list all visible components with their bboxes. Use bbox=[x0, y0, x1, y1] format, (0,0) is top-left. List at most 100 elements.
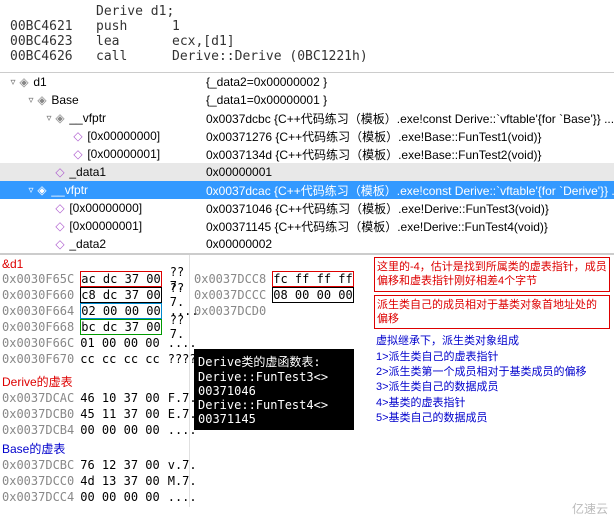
memory-row: 0x0037DCB400 00 00 00.... bbox=[2, 422, 187, 438]
node-value: 0x0037dcbc {C++代码练习（模板）.exe!const Derive… bbox=[206, 110, 614, 127]
tree-row[interactable]: ▿◈ __vfptr0x0037dcbc {C++代码练习（模板）.exe!co… bbox=[0, 109, 614, 127]
node-name: [0x00000000] bbox=[87, 129, 160, 143]
mem-bytes: 01 00 00 00 bbox=[80, 336, 159, 350]
mem-bytes: 00 00 00 00 bbox=[80, 423, 159, 437]
code-decl: Derive d1; bbox=[96, 4, 174, 19]
mem-bytes: fc ff ff ff bbox=[272, 271, 353, 287]
tree-row[interactable]: ◇ _data10x00000001 bbox=[0, 163, 614, 181]
node-icon: ◈ bbox=[36, 184, 48, 196]
console-output: Derive类的虚函数表: Derive::FunTest3<>00371046… bbox=[194, 349, 354, 430]
mem-addr: 0x0037DCBC bbox=[2, 458, 80, 472]
memory-row: 0x0030F66C01 00 00 00.... bbox=[2, 335, 187, 351]
watermark: 亿速云 bbox=[572, 500, 608, 517]
label-base-vtable: Base的虚表 bbox=[2, 440, 187, 457]
console-line: 00371145 bbox=[198, 412, 350, 426]
memory-row: 0x0037DCD0 bbox=[194, 303, 366, 319]
node-name: [0x00000001] bbox=[69, 219, 142, 233]
node-name: _data2 bbox=[69, 237, 106, 251]
mem-bytes: 45 11 37 00 bbox=[80, 407, 159, 421]
node-name: Base bbox=[51, 93, 78, 107]
annot-line: 4>基类的虚表指针 bbox=[376, 396, 608, 411]
console-line: Derive::FunTest3<> bbox=[198, 370, 350, 384]
tree-row[interactable]: ▿◈ Base {_data1=0x00000001 } bbox=[0, 91, 614, 109]
mem-bytes: 4d 13 37 00 bbox=[80, 474, 159, 488]
memory-row: 0x0037DCC04d 13 37 00M.7. bbox=[2, 473, 187, 489]
node-value: 0x00371145 {C++代码练习（模板）.exe!Derive::FunT… bbox=[206, 218, 614, 235]
mem-bytes: bc dc 37 00 bbox=[80, 319, 161, 335]
node-name: d1 bbox=[33, 75, 46, 89]
mem-addr: 0x0030F668 bbox=[2, 320, 80, 334]
tree-row[interactable]: ◇ [0x00000001]0x0037134d {C++代码练习（模板）.ex… bbox=[0, 145, 614, 163]
operand: ecx,[d1] bbox=[172, 34, 604, 49]
operand: 1 bbox=[172, 19, 604, 34]
memory-row: 0x0037DCC8fc ff ff ff bbox=[194, 271, 366, 287]
node-value: {_data2=0x00000002 } bbox=[206, 75, 614, 89]
node-value: 0x00000002 bbox=[206, 237, 614, 251]
memory-row: 0x0030F660c8 dc 37 00??7. bbox=[2, 287, 187, 303]
console-line: Derive::FunTest4<> bbox=[198, 398, 350, 412]
mem-addr: 0x0037DCD0 bbox=[194, 304, 272, 318]
node-icon: ◇ bbox=[54, 166, 66, 178]
mem-addr: 0x0037DCC4 bbox=[2, 490, 80, 504]
node-icon: ◇ bbox=[72, 148, 84, 160]
expand-icon[interactable]: ▿ bbox=[44, 113, 54, 124]
mem-addr: 0x0030F65C bbox=[2, 272, 80, 286]
expand-icon[interactable]: ▿ bbox=[26, 185, 36, 196]
annotation-box-2: 派生类自己的成员相对于基类对象首地址处的偏移 bbox=[374, 295, 610, 330]
node-value: 0x00000001 bbox=[206, 165, 614, 179]
mem-addr: 0x0037DCB0 bbox=[2, 407, 80, 421]
memory-panels: &d1 0x0030F65Cac dc 37 00??7.0x0030F660c… bbox=[0, 254, 614, 507]
tree-row[interactable]: ◇ [0x00000000] 0x00371046 {C++代码练习（模板）.ex… bbox=[0, 199, 614, 217]
tree-row[interactable]: ▿◈ d1 {_data2=0x00000002 } bbox=[0, 73, 614, 91]
mem-label-d1: &d1 bbox=[2, 257, 187, 271]
mem-bytes: 76 12 37 00 bbox=[80, 458, 159, 472]
mnemonic: lea bbox=[96, 34, 156, 49]
watch-tree[interactable]: ▿◈ d1{_data2=0x00000002 }▿◈ Base{_data1=… bbox=[0, 73, 614, 253]
node-icon: ◈ bbox=[36, 94, 48, 106]
node-name: [0x00000000] bbox=[69, 201, 142, 215]
node-icon: ◈ bbox=[18, 76, 30, 88]
annotation-blue: 虚拟继承下，派生类对象组成 1>派生类自己的虚表指针2>派生类第一个成员相对于基… bbox=[374, 332, 610, 428]
memory-row: 0x0030F65Cac dc 37 00??7. bbox=[2, 271, 187, 287]
annot-line: 1>派生类自己的虚表指针 bbox=[376, 350, 608, 365]
mem-bytes: c8 dc 37 00 bbox=[80, 287, 161, 303]
mem-bytes: ac dc 37 00 bbox=[80, 271, 161, 287]
disassembly-pane: Derive d1; 00BC4621push100BC4623leaecx,[… bbox=[0, 0, 614, 72]
node-value: 0x00371046 {C++代码练习（模板）.exe!Derive::FunT… bbox=[206, 200, 614, 217]
mem-bytes: 02 00 00 00 bbox=[80, 303, 161, 319]
annot-line: 3>派生类自己的数据成员 bbox=[376, 380, 608, 395]
memory-row: 0x0030F668bc dc 37 00??7. bbox=[2, 319, 187, 335]
label-derive-vtable: Derive的虚表 bbox=[2, 373, 187, 390]
memory-row: 0x0030F66402 00 00 00.... bbox=[2, 303, 187, 319]
mnemonic: call bbox=[96, 49, 156, 64]
node-value: 0x0037dcac {C++代码练习（模板）.exe!const Derive… bbox=[206, 182, 614, 199]
tree-row[interactable]: ▿◈ __vfptr0x0037dcac {C++代码练习（模板）.exe!co… bbox=[0, 181, 614, 199]
node-value: {_data1=0x00000001 } bbox=[206, 93, 614, 107]
mem-addr: 0x0030F664 bbox=[2, 304, 80, 318]
expand-icon[interactable]: ▿ bbox=[8, 77, 18, 88]
tree-row[interactable]: ◇ [0x00000001] 0x00371145 {C++代码练习（模板）.ex… bbox=[0, 217, 614, 235]
node-icon: ◇ bbox=[54, 220, 66, 232]
mem-addr: 0x0037DCCC bbox=[194, 288, 272, 302]
node-icon: ◈ bbox=[54, 112, 66, 124]
annot-line: 5>基类自己的数据成员 bbox=[376, 411, 608, 426]
node-icon: ◇ bbox=[72, 130, 84, 142]
memory-row: 0x0037DCBC76 12 37 00v.7. bbox=[2, 457, 187, 473]
mem-addr: 0x0037DCB4 bbox=[2, 423, 80, 437]
node-value: 0x00371276 {C++代码练习（模板）.exe!Base::FunTes… bbox=[206, 128, 614, 145]
memory-row: 0x0037DCCC08 00 00 00 bbox=[194, 287, 366, 303]
mem-bytes: cc cc cc cc bbox=[80, 352, 159, 366]
mem-addr: 0x0037DCAC bbox=[2, 391, 80, 405]
node-icon: ◇ bbox=[54, 202, 66, 214]
annot-line: 2>派生类第一个成员相对于基类成员的偏移 bbox=[376, 365, 608, 380]
tree-row[interactable]: ◇ [0x00000000] 0x00371276 {C++代码练习（模板）.ex… bbox=[0, 127, 614, 145]
addr: 00BC4623 bbox=[10, 34, 80, 49]
memory-row: 0x0030F670cc cc cc cc???? bbox=[2, 351, 187, 367]
tree-row[interactable]: ◇ _data2 0x00000002 bbox=[0, 235, 614, 253]
memory-row: 0x0037DCAC46 10 37 00F.7. bbox=[2, 390, 187, 406]
expand-icon[interactable]: ▿ bbox=[26, 95, 36, 106]
mem-addr: 0x0037DCC8 bbox=[194, 272, 272, 286]
mem-addr: 0x0037DCC0 bbox=[2, 474, 80, 488]
operand: Derive::Derive (0BC1221h) bbox=[172, 49, 604, 64]
node-icon: ◇ bbox=[54, 238, 66, 250]
